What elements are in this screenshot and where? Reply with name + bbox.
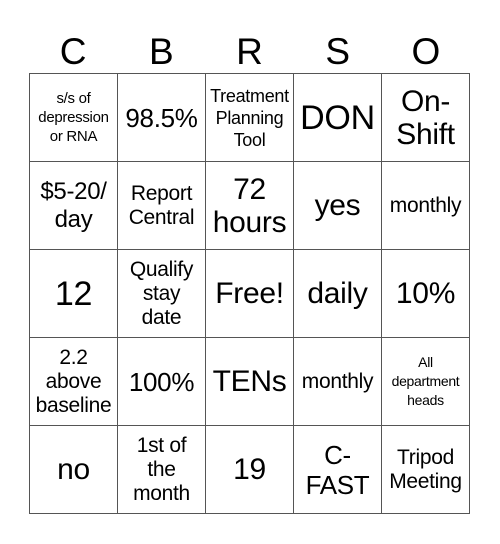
header-letter-r: R [236, 31, 263, 72]
bingo-cell[interactable]: All department heads [382, 338, 470, 426]
bingo-cell[interactable]: Report Central [118, 162, 206, 250]
header-letter-c: C [59, 31, 87, 72]
bingo-cell[interactable]: 19 [206, 426, 294, 514]
bingo-cell[interactable]: 72 hours [206, 162, 294, 250]
header-letter-s: S [325, 31, 350, 72]
bingo-cell[interactable]: s/s of depression or RNA [30, 74, 118, 162]
bingo-cell[interactable]: 98.5% [118, 74, 206, 162]
bingo-cell[interactable]: Free! [206, 250, 294, 338]
bingo-cell[interactable]: 10% [382, 250, 470, 338]
bingo-cell[interactable]: 12 [30, 250, 118, 338]
bingo-cell[interactable]: Tripod Meeting [382, 426, 470, 514]
bingo-cell[interactable]: Treatment Planning Tool [206, 74, 294, 162]
bingo-cell[interactable]: DON [294, 74, 382, 162]
bingo-cell[interactable]: TENs [206, 338, 294, 426]
bingo-cell[interactable]: yes [294, 162, 382, 250]
bingo-grid: s/s of depression or RNA 98.5% Treatment… [29, 73, 470, 514]
bingo-header: C B R S O [29, 30, 470, 73]
bingo-cell[interactable]: 1st of the month [118, 426, 206, 514]
bingo-cell[interactable]: no [30, 426, 118, 514]
bingo-cell[interactable]: 2.2 above baseline [30, 338, 118, 426]
bingo-cell[interactable]: Qualify stay date [118, 250, 206, 338]
bingo-cell[interactable]: monthly [382, 162, 470, 250]
bingo-cell[interactable]: 100% [118, 338, 206, 426]
bingo-cell[interactable]: C- FAST [294, 426, 382, 514]
bingo-cell[interactable]: On- Shift [382, 74, 470, 162]
header-letter-b: B [148, 31, 174, 72]
bingo-cell[interactable]: $5-20/ day [30, 162, 118, 250]
bingo-cell[interactable]: daily [294, 250, 382, 338]
bingo-cell[interactable]: monthly [294, 338, 382, 426]
header-letter-o: O [411, 31, 441, 72]
